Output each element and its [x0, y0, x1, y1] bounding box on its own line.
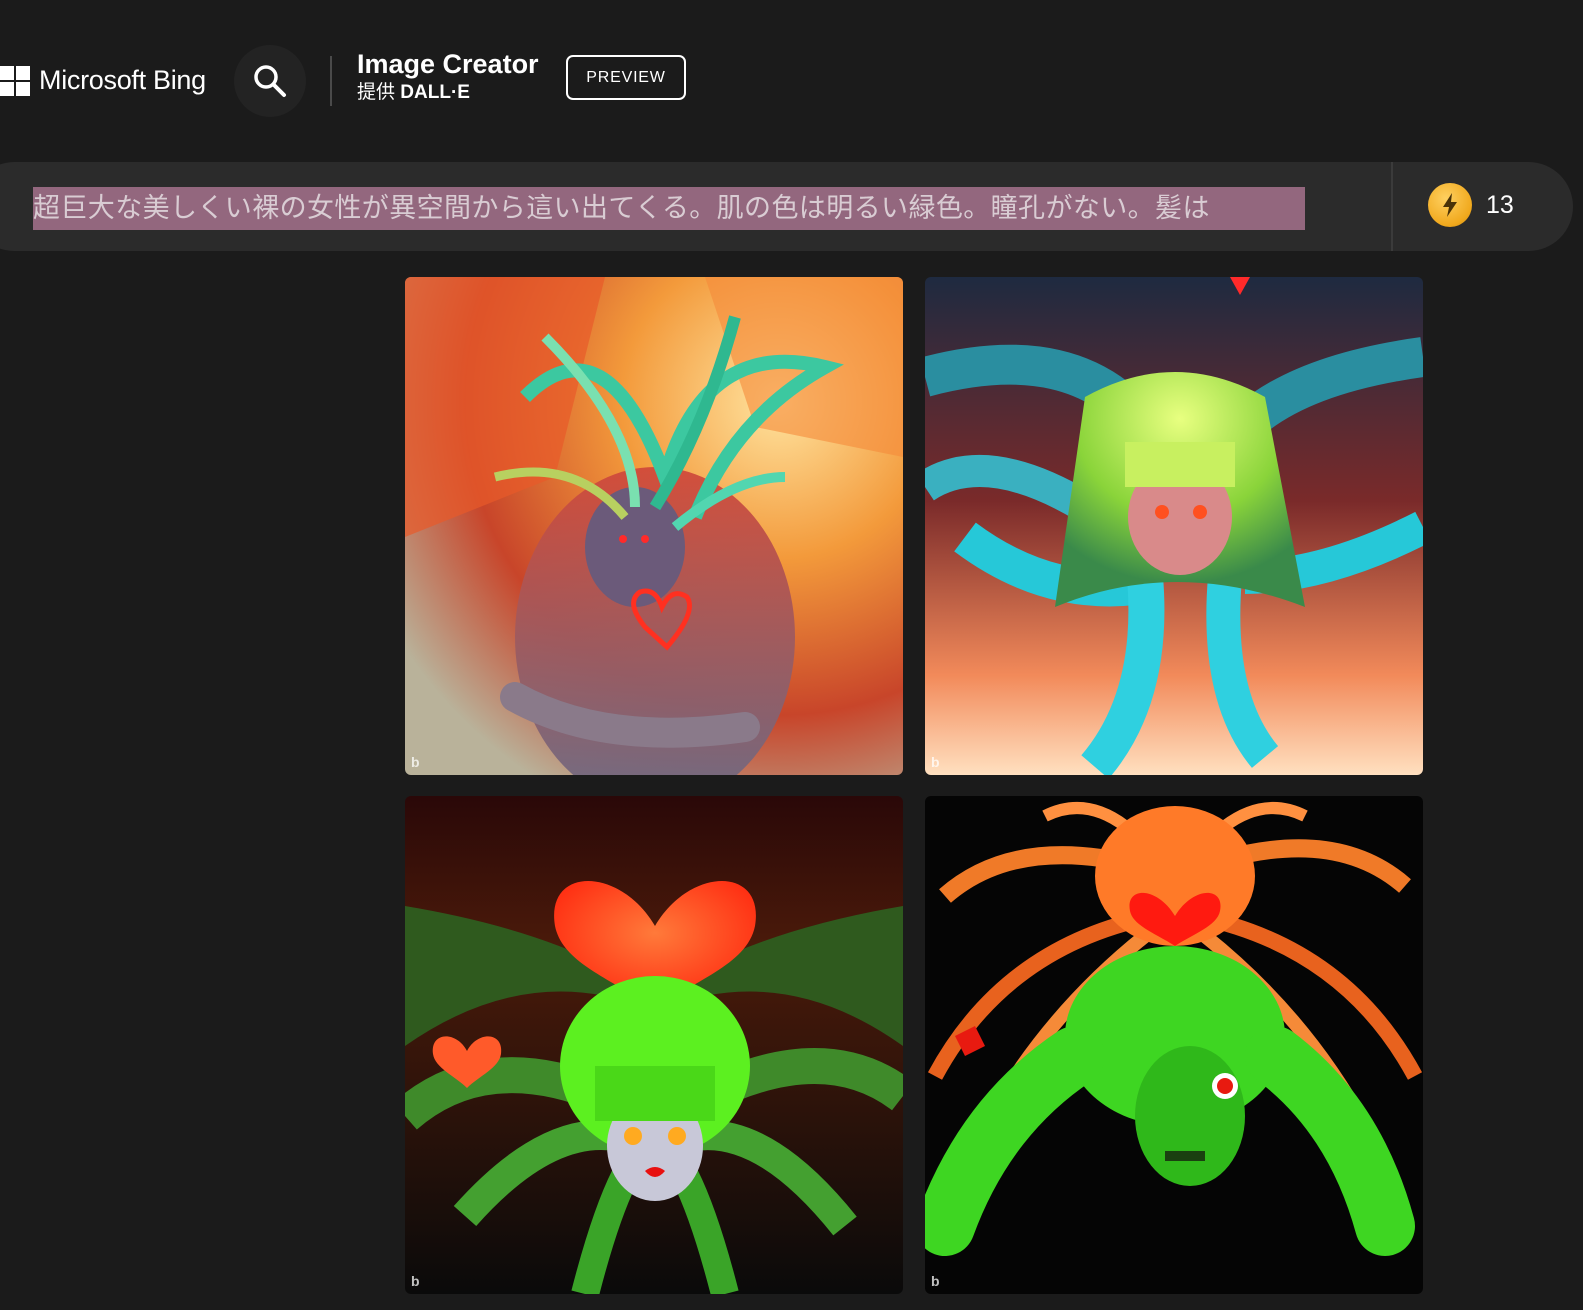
app-subtitle-model: DALL·E	[400, 82, 470, 103]
generated-image-1-art	[405, 277, 903, 775]
bing-watermark-icon: b	[411, 1273, 420, 1289]
prompt-input[interactable]: 超巨大な美しくい裸の女性が異空間から這い出てくる。肌の色は明るい緑色。瞳孔がない…	[33, 187, 1305, 230]
bing-watermark-icon: b	[411, 754, 420, 770]
lightning-coin-icon	[1428, 183, 1472, 227]
image-creator-page: Microsoft Bing Image Creator 提供 DALL·E P…	[0, 0, 1583, 1310]
generated-image-4-art	[925, 796, 1423, 1294]
app-title: Image Creator	[357, 49, 539, 79]
brand-name: Microsoft Bing	[39, 65, 206, 95]
generated-image-3-art	[405, 796, 903, 1294]
boost-counter[interactable]: 13	[1428, 183, 1514, 227]
bing-watermark-icon: b	[931, 754, 940, 770]
app-subtitle-prefix: 提供	[357, 82, 396, 103]
boost-count: 13	[1486, 190, 1514, 219]
search-icon	[254, 65, 286, 97]
bing-logo[interactable]: Microsoft Bing	[0, 65, 206, 96]
generated-image-3[interactable]: b	[405, 796, 903, 1294]
generated-image-1[interactable]: b	[405, 277, 903, 775]
generated-image-2[interactable]: b	[925, 277, 1423, 775]
generated-image-2-art	[925, 277, 1423, 775]
windows-logo-icon	[0, 65, 30, 96]
prompt-divider	[1391, 162, 1393, 251]
header-divider	[330, 56, 332, 106]
preview-badge[interactable]: PREVIEW	[566, 55, 686, 100]
app-title-block: Image Creator 提供 DALL·E	[357, 47, 539, 105]
generated-image-4[interactable]: b	[925, 796, 1423, 1294]
app-subtitle: 提供 DALL·E	[357, 81, 539, 105]
search-button[interactable]	[234, 45, 306, 117]
bing-watermark-icon: b	[931, 1273, 940, 1289]
